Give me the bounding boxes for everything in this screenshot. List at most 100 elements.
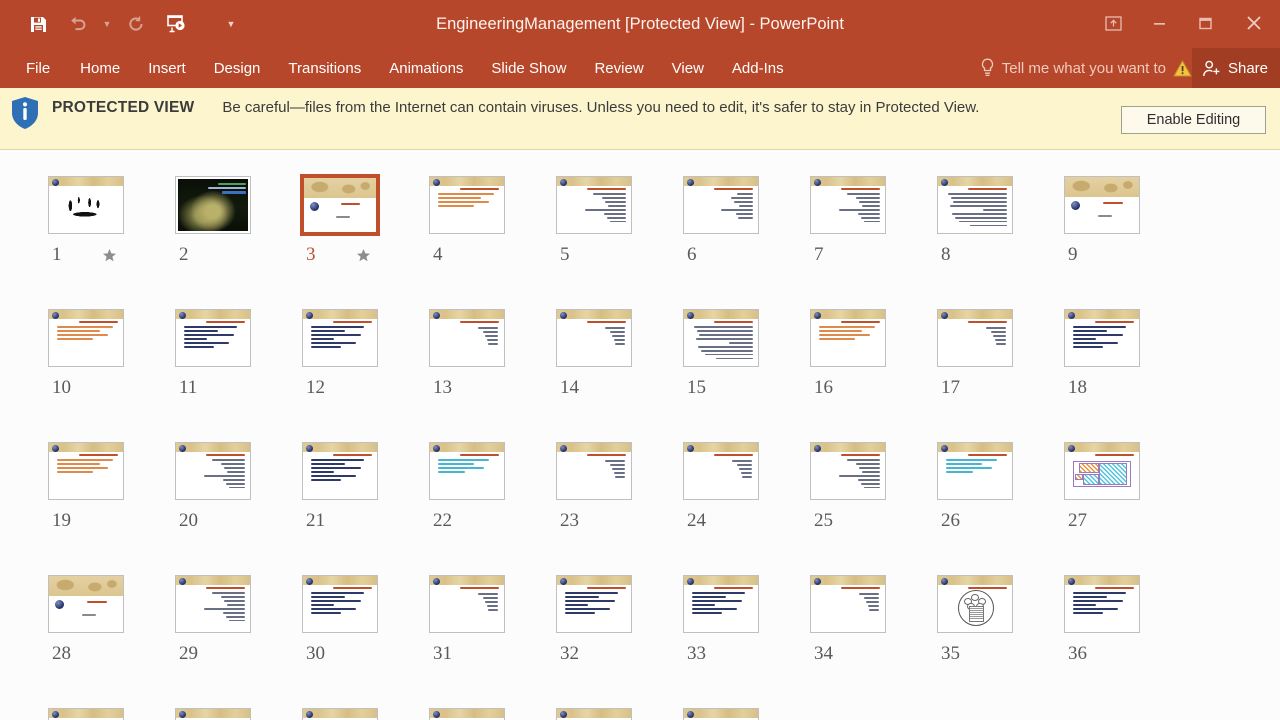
slide-thumbnail-40[interactable] [425,704,509,720]
maximize-button[interactable] [1182,0,1228,46]
slide-thumbnail-30[interactable] [298,571,382,637]
slide-thumbnail-15[interactable] [679,305,763,371]
ribbon-tab-review[interactable]: Review [580,48,657,88]
ribbon-tab-animations[interactable]: Animations [375,48,477,88]
slide-thumbnail-7[interactable] [806,172,890,238]
slide-thumbnail-38[interactable] [171,704,255,720]
slide-preview[interactable] [1064,309,1140,367]
slide-thumbnail-36[interactable] [1060,571,1144,637]
slide-preview[interactable] [429,708,505,720]
undo-button[interactable] [58,7,98,41]
slide-preview[interactable] [175,708,251,720]
slide-thumbnail-3[interactable] [298,172,382,238]
slide-thumbnail-18[interactable] [1060,305,1144,371]
ribbon-tab-add-ins[interactable]: Add-Ins [718,48,798,88]
slide-thumbnail-41[interactable] [552,704,636,720]
ribbon-tab-transitions[interactable]: Transitions [274,48,375,88]
slide-preview[interactable] [556,309,632,367]
slide-preview[interactable] [810,442,886,500]
redo-button[interactable] [116,7,156,41]
slide-thumbnail-5[interactable] [552,172,636,238]
slide-preview[interactable] [429,442,505,500]
slide-thumbnail-8[interactable] [933,172,1017,238]
slide-thumbnail-39[interactable] [298,704,382,720]
slide-thumbnail-21[interactable] [298,438,382,504]
slide-preview[interactable] [48,708,124,720]
slide-thumbnail-24[interactable] [679,438,763,504]
slide-preview[interactable] [302,309,378,367]
slide-preview[interactable] [48,575,124,633]
ribbon-tab-insert[interactable]: Insert [134,48,200,88]
slide-thumbnail-35[interactable] [933,571,1017,637]
slide-thumbnail-25[interactable] [806,438,890,504]
slide-thumbnail-10[interactable] [44,305,128,371]
ribbon-tab-slide-show[interactable]: Slide Show [477,48,580,88]
slide-thumbnail-32[interactable] [552,571,636,637]
slide-thumbnail-29[interactable] [171,571,255,637]
start-slideshow-button[interactable] [156,7,196,41]
share-button[interactable]: Share [1191,48,1280,88]
minimize-button[interactable] [1136,0,1182,46]
slide-sorter-pane[interactable]: 123 4 5 6 7 89 10 11 12 13 14 15 16 17 1… [0,150,1280,720]
slide-thumbnail-19[interactable] [44,438,128,504]
slide-preview[interactable] [429,309,505,367]
slide-thumbnail-14[interactable] [552,305,636,371]
slide-thumbnail-27[interactable] [1060,438,1144,504]
slide-preview[interactable] [1064,442,1140,500]
slide-thumbnail-9[interactable] [1060,172,1144,238]
slide-preview[interactable] [683,442,759,500]
slide-preview[interactable] [1064,176,1140,234]
slide-preview[interactable] [556,176,632,234]
slide-thumbnail-16[interactable] [806,305,890,371]
slide-preview[interactable] [175,575,251,633]
undo-dropdown-caret-icon[interactable]: ▼ [98,7,116,41]
slide-preview[interactable] [937,442,1013,500]
ribbon-display-options-button[interactable] [1090,0,1136,46]
slide-thumbnail-33[interactable] [679,571,763,637]
slide-preview[interactable] [1064,575,1140,633]
tell-me-search[interactable]: Tell me what you want to [980,48,1192,88]
slide-preview[interactable] [48,176,124,234]
slide-thumbnail-17[interactable] [933,305,1017,371]
slide-thumbnail-20[interactable] [171,438,255,504]
ribbon-tab-home[interactable]: Home [66,48,134,88]
enable-editing-button[interactable]: Enable Editing [1121,106,1266,134]
slide-preview[interactable] [683,309,759,367]
slide-thumbnail-22[interactable] [425,438,509,504]
slide-preview[interactable] [937,176,1013,234]
save-button[interactable] [18,7,58,41]
slide-preview[interactable] [937,575,1013,633]
slide-thumbnail-23[interactable] [552,438,636,504]
slide-thumbnail-34[interactable] [806,571,890,637]
ribbon-tab-view[interactable]: View [658,48,718,88]
slide-thumbnail-2[interactable] [171,172,255,238]
slide-thumbnail-37[interactable] [44,704,128,720]
slide-preview[interactable] [175,309,251,367]
slide-preview[interactable] [937,309,1013,367]
slide-preview[interactable] [302,442,378,500]
slide-preview[interactable] [556,575,632,633]
slide-thumbnail-4[interactable] [425,172,509,238]
slide-preview[interactable] [175,442,251,500]
ribbon-tab-design[interactable]: Design [200,48,275,88]
slide-preview[interactable] [810,575,886,633]
slide-preview[interactable] [302,708,378,720]
customize-quick-access-toolbar-button[interactable]: ▼ [222,7,240,41]
slide-thumbnail-28[interactable] [44,571,128,637]
slide-thumbnail-13[interactable] [425,305,509,371]
slide-preview[interactable] [302,575,378,633]
slide-preview[interactable] [48,309,124,367]
slide-preview[interactable] [683,708,759,720]
slide-thumbnail-6[interactable] [679,172,763,238]
ribbon-tab-file[interactable]: File [18,48,66,88]
slide-preview[interactable] [429,176,505,234]
slide-preview[interactable] [556,708,632,720]
slide-preview[interactable] [429,575,505,633]
slide-thumbnail-12[interactable] [298,305,382,371]
slide-preview[interactable] [48,442,124,500]
slide-thumbnail-26[interactable] [933,438,1017,504]
slide-preview[interactable] [683,575,759,633]
slide-preview[interactable] [300,174,380,236]
slide-thumbnail-1[interactable] [44,172,128,238]
slide-preview[interactable] [810,309,886,367]
